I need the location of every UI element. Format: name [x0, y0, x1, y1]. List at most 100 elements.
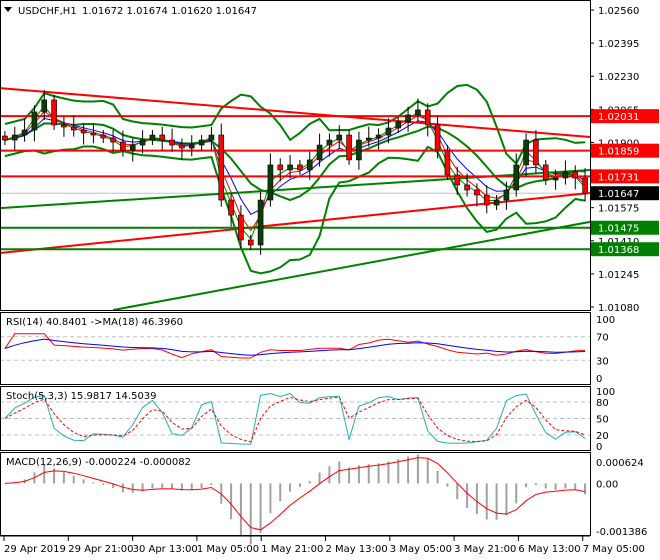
time-tick-label: 3 May 21:00 — [454, 544, 516, 555]
candle-bull — [385, 127, 392, 136]
candle-bear — [238, 214, 244, 241]
price-tick-label: 1.01080 — [598, 303, 639, 314]
candle-bull — [188, 144, 195, 149]
price-tick-label: 1.02395 — [598, 39, 639, 50]
candle-bull — [415, 109, 421, 116]
candle-bear — [297, 164, 303, 171]
candle-bear — [51, 99, 57, 126]
candle-bull — [149, 134, 156, 141]
trading-chart[interactable]: USDCHF,H1 1.01672 1.01674 1.01620 1.0164… — [0, 0, 660, 560]
candle-bull — [326, 139, 333, 146]
candle-bull — [11, 134, 18, 141]
candle-bull — [139, 139, 146, 146]
candle-bear — [70, 126, 77, 131]
candle-bull — [493, 199, 500, 206]
candle-bear — [159, 134, 166, 141]
stoch-tick-label: 20 — [596, 431, 609, 442]
price-tick-label: 1.01245 — [598, 270, 639, 281]
rsi-label: RSI(14) 40.8401 ->MA(18) 46.3960 — [6, 317, 183, 328]
candle-bear — [100, 134, 107, 139]
candle-bull — [306, 159, 313, 171]
candle-bear — [542, 164, 549, 181]
stoch-tick-label: 80 — [596, 398, 609, 409]
time-tick-label: 30 Apr 13:00 — [133, 544, 198, 555]
time-tick-label: 3 May 05:00 — [390, 544, 452, 555]
candle-bear — [582, 177, 588, 194]
time-tick-label: 6 May 13:00 — [518, 544, 580, 555]
macd-tick-label: 0.000624 — [596, 458, 644, 469]
candle-bear — [483, 194, 490, 206]
candle-bull — [523, 139, 529, 166]
candle-bear — [474, 189, 480, 196]
candle-bull — [513, 164, 520, 191]
stoch-tick-label: 50 — [596, 415, 609, 426]
candle-bull — [129, 144, 136, 151]
macd-label: MACD(12,26,9) -0.000224 -0.000082 — [6, 457, 191, 468]
candle-bear — [572, 171, 579, 179]
symbol-label: USDCHF,H1 — [18, 6, 77, 17]
candle-bull — [356, 139, 362, 161]
time-tick-label: 1 May 21:00 — [261, 544, 323, 555]
candle-bull — [365, 137, 372, 141]
candle-bear — [247, 239, 254, 246]
candle-bear — [179, 144, 185, 149]
candle-bull — [21, 129, 28, 136]
time-tick-label: 29 Apr 21:00 — [68, 544, 133, 555]
candle-bull — [31, 111, 38, 131]
level-price-tag: 1.01731 — [598, 172, 639, 183]
panel-frames — [0, 0, 591, 537]
macd-tick-label: -0.001386 — [596, 527, 647, 538]
candle-bull — [287, 164, 293, 171]
level-price-tag: 1.01859 — [598, 147, 639, 158]
rsi-tick-label: 100 — [596, 315, 615, 326]
rsi-line — [4, 333, 586, 359]
candle-bear — [464, 184, 470, 191]
level-price-tag: 1.01475 — [598, 224, 639, 235]
stoch-label: Stoch(5,3,3) 15.9817 14.5039 — [6, 391, 157, 402]
candle-bear — [454, 174, 461, 186]
time-tick-label: 1 May 05:00 — [197, 544, 259, 555]
macd-signal-line — [4, 457, 586, 531]
candle-bear — [169, 139, 175, 146]
candle-bull — [375, 134, 382, 139]
candle-bull — [562, 171, 569, 179]
candle-bear — [120, 141, 126, 151]
candle-bear — [218, 134, 225, 201]
stoch-tick-label: 100 — [596, 387, 615, 398]
candle-bull — [336, 134, 343, 141]
panel-frame-0 — [0, 0, 591, 311]
candle-bull — [257, 199, 264, 246]
candle-bear — [2, 135, 8, 141]
price-tick-label: 1.02230 — [598, 72, 639, 83]
trendline-0 — [0, 87, 591, 139]
ma-green — [4, 105, 586, 241]
candle-bear — [61, 124, 67, 128]
candle-bear — [434, 124, 441, 151]
candle-bear — [444, 149, 451, 176]
candle-bull — [208, 134, 215, 141]
price-tick-label: 1.01575 — [598, 204, 639, 215]
candle-bull — [41, 99, 48, 113]
candle-bull — [395, 121, 402, 129]
bollinger-lower — [4, 145, 586, 275]
level-price-tag: 1.02031 — [598, 112, 639, 123]
candle-bear — [533, 139, 539, 166]
candle-bull — [267, 164, 274, 201]
ohlc-values: 1.01672 1.01674 1.01620 1.01647 — [82, 6, 257, 17]
candle-bear — [228, 199, 234, 216]
candle-bear — [346, 134, 352, 161]
current-price-tag: 1.01647 — [598, 189, 639, 200]
dropdown-triangle-icon[interactable] — [4, 7, 12, 12]
time-tick-label: 29 Apr 2019 — [4, 544, 66, 555]
stoch-tick-label: 0 — [596, 442, 602, 453]
time-tick-label: 7 May 05:00 — [583, 544, 645, 555]
price-tick-label: 1.02560 — [598, 6, 639, 17]
candle-bear — [90, 132, 97, 136]
macd-tick-label: 0.00 — [596, 479, 618, 490]
candle-bear — [424, 109, 431, 126]
candle-bull — [552, 177, 559, 181]
candle-bear — [110, 137, 116, 143]
rsi-tick-label: 70 — [596, 333, 609, 344]
level-price-tag: 1.01368 — [598, 245, 639, 256]
rsi-tick-label: 30 — [596, 356, 609, 367]
